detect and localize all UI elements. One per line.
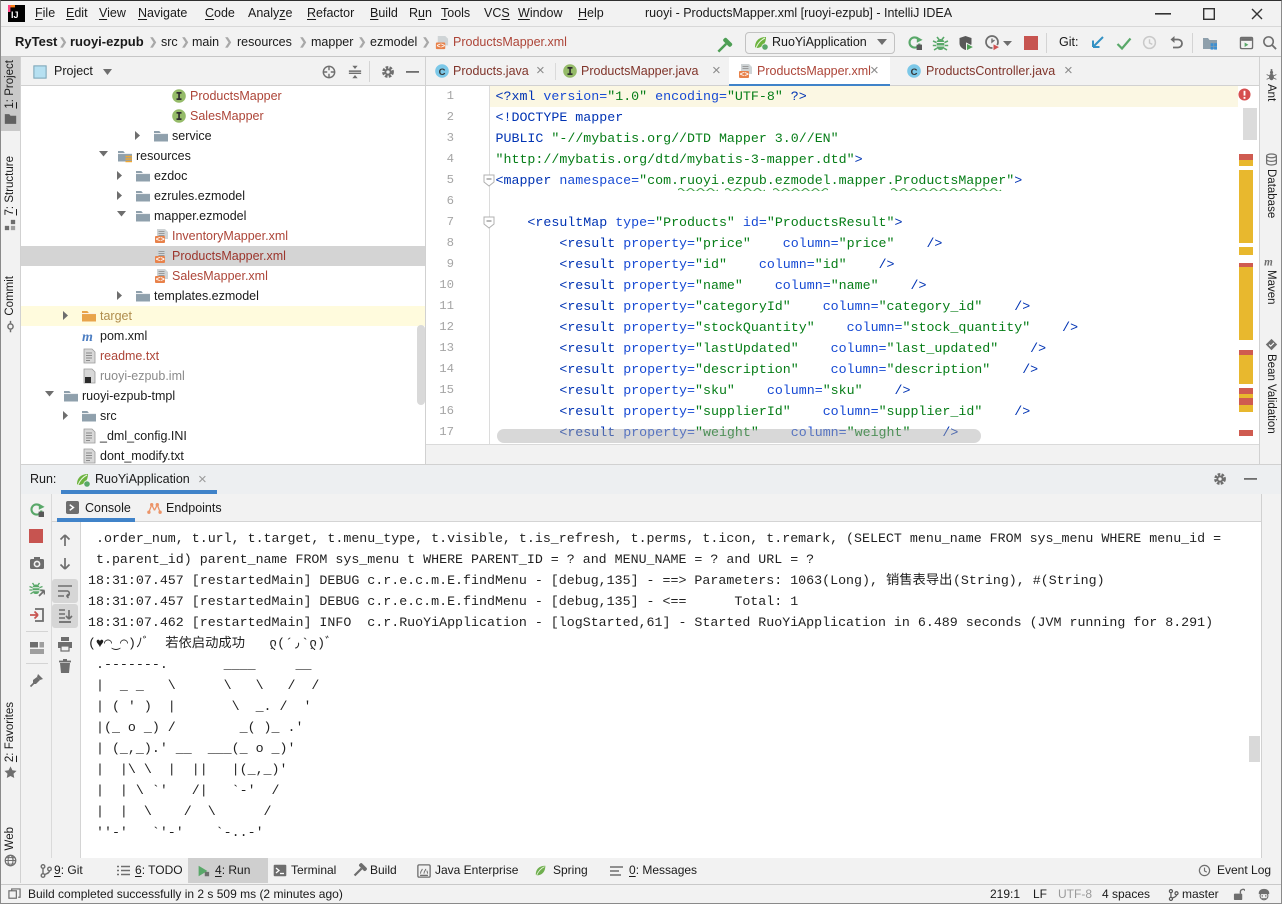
svg-text:IJ: IJ xyxy=(11,10,19,20)
svg-text:<>: <> xyxy=(740,72,750,79)
svg-text:<>: <> xyxy=(156,277,166,284)
svg-text:<>: <> xyxy=(156,237,166,244)
svg-text:C: C xyxy=(439,67,446,78)
svg-text:m: m xyxy=(1264,256,1273,267)
svg-text:<>: <> xyxy=(156,257,166,264)
svg-text:<>: <> xyxy=(437,43,445,50)
svg-text:C: C xyxy=(911,67,918,78)
svg-text:m: m xyxy=(82,330,93,344)
